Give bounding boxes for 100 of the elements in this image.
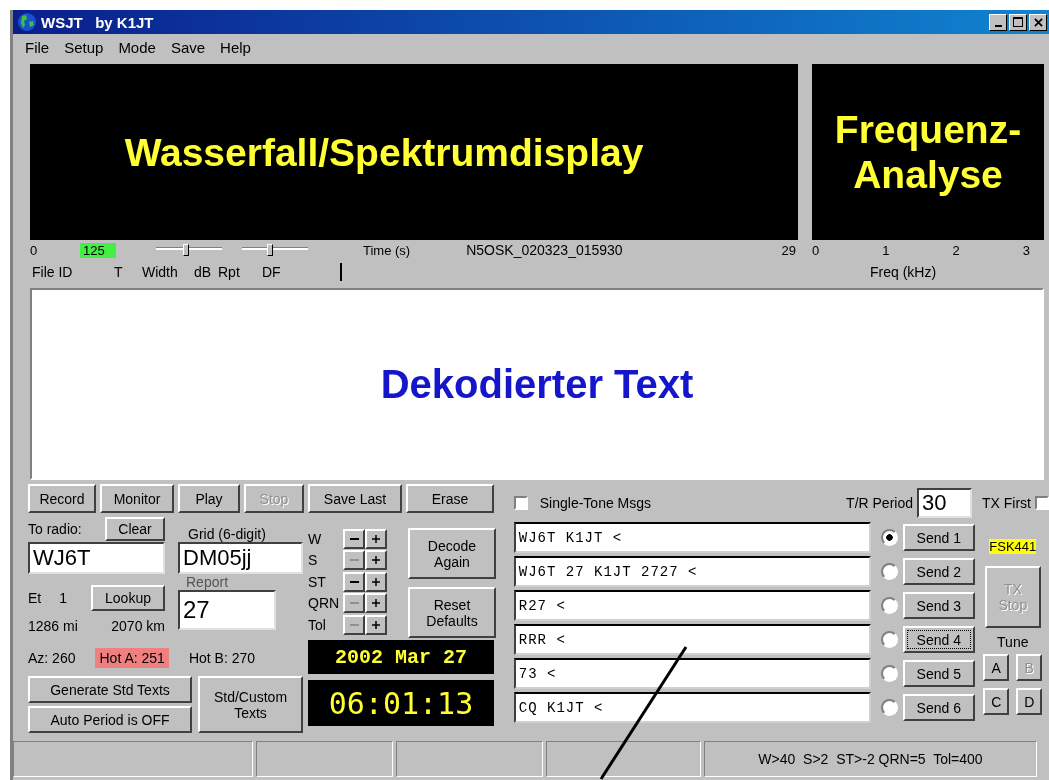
texts-toggle-button[interactable]: Std/Custom Texts <box>198 676 303 733</box>
field-label: T/R Period <box>846 495 913 511</box>
message-field[interactable]: WJ6T K1JT < <box>513 522 871 553</box>
tune-label: Tune <box>997 634 1029 650</box>
toolbar-button[interactable]: Save Last <box>308 484 402 513</box>
window-title: WSJT by K1JT <box>41 13 154 31</box>
et-value: 1 <box>59 590 68 606</box>
mode-badge: FSK441 <box>989 539 1037 554</box>
checkbox-label: TX First <box>982 495 1031 511</box>
menu-item[interactable]: Save <box>170 38 206 56</box>
plus-icon <box>371 576 381 587</box>
file-name: N5OSK_020323_015930 <box>466 242 623 258</box>
plus-button[interactable] <box>365 550 387 571</box>
time-marker: 125 <box>80 242 116 258</box>
plus-icon <box>371 555 381 566</box>
bearing-value: Hot A: 251 <box>95 648 169 668</box>
decode-again-button[interactable]: Decode Again <box>408 528 496 579</box>
maximize-button[interactable] <box>1009 13 1027 31</box>
grid-field[interactable]: DM05jj <box>178 542 303 574</box>
scale-label: 3 <box>1022 242 1030 258</box>
period-field[interactable]: 30 <box>917 488 972 518</box>
reset-defaults-button[interactable]: Reset Defaults <box>408 587 496 638</box>
plus-icon <box>371 533 381 544</box>
minimize-button[interactable] <box>989 13 1007 31</box>
field-label: Report <box>185 574 230 590</box>
minus-button[interactable] <box>343 528 365 549</box>
axis-label: Time (s) <box>363 242 411 258</box>
plus-button[interactable] <box>365 528 387 549</box>
auto-period-button[interactable]: Auto Period is OFF <box>28 706 192 733</box>
display-label: Analyse <box>853 152 1003 197</box>
legend-label: Width <box>142 264 179 280</box>
report-field[interactable]: 27 <box>178 590 276 630</box>
scale-label: 2 <box>952 242 960 258</box>
legend-label: T <box>114 264 124 280</box>
message-field[interactable]: CQ K1JT < <box>513 692 871 723</box>
send-button[interactable]: Send 6 <box>902 694 975 721</box>
globe-icon <box>17 12 37 32</box>
clock-display: 06:01:13 <box>308 680 494 726</box>
legend-label: Rpt <box>218 264 241 280</box>
radio-button[interactable] <box>880 631 898 648</box>
menu-item[interactable]: Mode <box>118 38 156 56</box>
toolbar-button[interactable]: Erase <box>406 484 494 513</box>
lookup-button[interactable]: Lookup <box>91 585 165 611</box>
stepper-label: Tol <box>308 616 327 633</box>
clear-button[interactable]: Clear <box>105 517 165 541</box>
message-field[interactable]: 73 < <box>513 658 871 689</box>
field-label: To radio: <box>28 521 82 537</box>
scale-label: 0 <box>30 242 39 258</box>
menu-item[interactable]: Setup <box>64 38 104 56</box>
send-button[interactable]: Send 3 <box>902 592 975 619</box>
scale-label: 1 <box>882 242 890 258</box>
send-button[interactable]: Send 5 <box>902 660 975 687</box>
slider[interactable] <box>156 244 222 256</box>
send-button[interactable]: Send 2 <box>902 558 975 585</box>
send-button[interactable]: Send 4 <box>902 626 975 653</box>
menu-item[interactable]: Help <box>220 38 251 56</box>
callsign-field[interactable]: WJ6T <box>28 542 165 574</box>
message-field[interactable]: R27 < <box>513 590 871 621</box>
close-icon <box>1033 17 1043 27</box>
et-label: Et <box>28 590 42 606</box>
radio-button[interactable] <box>880 665 898 682</box>
tune-button[interactable]: D <box>1016 688 1043 715</box>
slider[interactable] <box>242 244 308 256</box>
send-button[interactable]: Send 1 <box>902 524 975 551</box>
stepper-label: QRN <box>308 595 341 612</box>
display-label: Frequenz- <box>834 107 1022 152</box>
plus-button[interactable] <box>365 593 387 614</box>
toolbar-button[interactable]: Record <box>28 484 96 513</box>
plus-icon <box>371 598 381 609</box>
plus-button[interactable] <box>365 571 387 592</box>
radio-button[interactable] <box>880 529 898 546</box>
radio-button[interactable] <box>880 597 898 614</box>
checkbox[interactable] <box>1035 496 1049 510</box>
panel-label: Dekodierter Text <box>380 361 694 407</box>
scale-label: 0 <box>812 242 820 258</box>
distance-value: 1286 mi <box>28 618 78 634</box>
tune-button[interactable]: C <box>983 688 1010 715</box>
generate-button[interactable]: Generate Std Texts <box>28 676 192 703</box>
plus-icon <box>371 619 381 630</box>
field-label: Grid (6-digit) <box>187 526 267 542</box>
checkbox-label: Single-Tone Msgs <box>539 495 652 511</box>
legend-label: DF <box>262 264 282 280</box>
axis-label: Freq (kHz) <box>870 264 937 280</box>
message-field[interactable]: WJ6T 27 K1JT 2727 < <box>513 556 871 587</box>
checkbox[interactable] <box>513 496 528 510</box>
date-display: 2002 Mar 27 <box>308 640 494 674</box>
menu-item[interactable]: File <box>25 38 50 56</box>
toolbar-button[interactable]: Play <box>178 484 240 513</box>
radio-button[interactable] <box>880 563 898 580</box>
plus-button[interactable] <box>365 614 387 635</box>
toolbar-button[interactable]: Monitor <box>100 484 174 513</box>
bearing-value: Az: 260 <box>28 650 76 666</box>
close-button[interactable] <box>1029 13 1047 31</box>
radio-button[interactable] <box>880 699 898 716</box>
message-field[interactable]: RRR < <box>513 624 871 655</box>
minus-button[interactable] <box>343 571 365 592</box>
scale-label: 29 <box>781 242 796 258</box>
tune-button[interactable]: A <box>983 654 1010 681</box>
bearing-value: Hot B: 270 <box>188 650 256 666</box>
stepper-label: W <box>308 530 323 547</box>
